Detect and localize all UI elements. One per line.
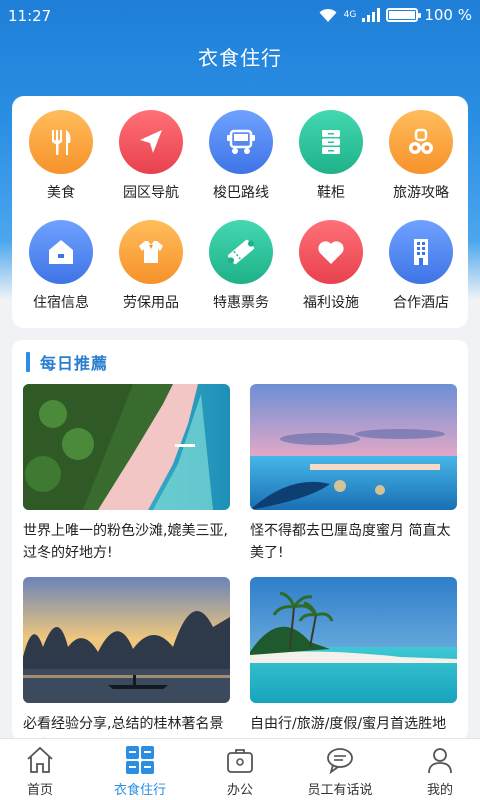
- grid-item-shoe-cabinet[interactable]: 鞋柜: [286, 110, 376, 202]
- heart-icon: [299, 220, 363, 284]
- tab-label: 首页: [26, 783, 53, 798]
- pink-beach-image: [23, 384, 230, 510]
- guilin-river-image: [23, 577, 230, 703]
- grid-item-labor-supplies[interactable]: 劳保用品: [106, 220, 196, 312]
- page-title: 衣食住行: [198, 46, 282, 70]
- house-icon: [29, 220, 93, 284]
- service-grid: 美食 园区导航 梭巴路线 鞋柜 旅游攻略 住宿信息 劳保用品 特惠票务 福利设施…: [12, 96, 468, 328]
- article-card[interactable]: 世界上唯一的粉色沙滩,媲美三亚,过冬的好地方!: [23, 384, 230, 564]
- home-icon: [0, 745, 88, 775]
- tab-home[interactable]: 首页: [0, 745, 88, 798]
- battery-percent: 100 %: [424, 6, 472, 24]
- tropical-beach-image: [250, 577, 457, 703]
- bali-resort-image: [250, 384, 457, 510]
- grid-item-label: 劳保用品: [123, 295, 179, 311]
- wifi-icon: [319, 8, 337, 22]
- grid-item-label: 梭巴路线: [213, 185, 269, 201]
- tab-office[interactable]: 办公: [192, 745, 288, 798]
- battery-icon: [386, 8, 422, 22]
- hotel-icon: [389, 220, 453, 284]
- grid-item-label: 园区导航: [123, 185, 179, 201]
- tab-label: 员工有话说: [307, 783, 373, 798]
- chat-bubble-icon: [292, 745, 388, 775]
- article-caption: 世界上唯一的粉色沙滩,媲美三亚,过冬的好地方!: [23, 523, 228, 561]
- article-card[interactable]: 必看经验分享,总结的桂林著名景点攻略: [23, 577, 230, 740]
- tab-lifestyle[interactable]: 衣食住行: [92, 745, 188, 798]
- grid-item-label: 福利设施: [303, 295, 359, 311]
- grid-item-label: 特惠票务: [213, 295, 269, 311]
- daily-recommendations: 每日推薦 世界上唯一的粉色沙滩,媲美三亚,过冬的好地方! 怪不得都去巴厘岛度蜜月…: [12, 340, 468, 740]
- bus-icon: [209, 110, 273, 174]
- grid-item-accommodation[interactable]: 住宿信息: [16, 220, 106, 312]
- tab-mine[interactable]: 我的: [392, 745, 480, 798]
- status-time: 11:27: [8, 7, 52, 25]
- status-bar: 11:27 4G 100 %: [0, 0, 480, 32]
- user-icon: [392, 745, 480, 775]
- grid-item-park-navigation[interactable]: 园区导航: [106, 110, 196, 202]
- section-accent-bar: [26, 352, 30, 372]
- grid-item-discount-tickets[interactable]: 特惠票务: [196, 220, 286, 312]
- section-title: 每日推薦: [40, 354, 109, 373]
- grid-item-label: 住宿信息: [33, 295, 89, 311]
- article-caption: 必看经验分享,总结的桂林著名景点攻略: [23, 716, 224, 740]
- grid-item-travel-guide[interactable]: 旅游攻略: [376, 110, 466, 202]
- grid-item-shuttle-route[interactable]: 梭巴路线: [196, 110, 286, 202]
- bottom-tab-bar: 首页 衣食住行 办公 员工有话说 我的: [0, 738, 480, 800]
- grid-item-label: 旅游攻略: [393, 185, 449, 201]
- tab-employee-voice[interactable]: 员工有话说: [292, 745, 388, 798]
- shirt-icon: [119, 220, 183, 284]
- grid-item-label: 美食: [47, 185, 75, 201]
- fork-knife-icon: [29, 110, 93, 174]
- grid-item-welfare-facilities[interactable]: 福利设施: [286, 220, 376, 312]
- grid-item-label: 鞋柜: [317, 185, 345, 201]
- grid-item-food[interactable]: 美食: [16, 110, 106, 202]
- navigation-arrow-icon: [119, 110, 183, 174]
- article-caption: 怪不得都去巴厘岛度蜜月 简直太美了!: [250, 523, 451, 561]
- grid-app-icon: [92, 745, 188, 775]
- tab-label: 我的: [426, 783, 453, 798]
- cabinet-icon: [299, 110, 363, 174]
- tab-label: 办公: [226, 783, 253, 798]
- grid-item-partner-hotel[interactable]: 合作酒店: [376, 220, 466, 312]
- section-header: 每日推薦: [26, 352, 109, 373]
- briefcase-icon: [192, 745, 288, 775]
- ticket-icon: [209, 220, 273, 284]
- article-card[interactable]: 自由行/旅游/度假/蜜月首选胜地: [250, 577, 457, 735]
- signal-icon: [362, 8, 381, 22]
- article-caption: 自由行/旅游/度假/蜜月首选胜地: [250, 716, 447, 732]
- tab-label: 衣食住行: [113, 783, 166, 798]
- network-type: 4G: [343, 9, 357, 20]
- grid-item-label: 合作酒店: [393, 295, 449, 311]
- binoculars-icon: [389, 110, 453, 174]
- article-card[interactable]: 怪不得都去巴厘岛度蜜月 简直太美了!: [250, 384, 457, 564]
